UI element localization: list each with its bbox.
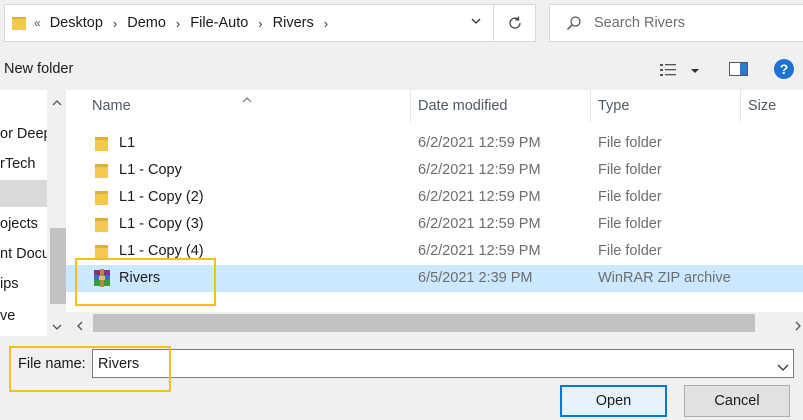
view-list-icon (660, 64, 676, 76)
horizontal-scrollbar-thumb[interactable] (93, 314, 755, 332)
scroll-left-icon[interactable] (76, 318, 84, 334)
file-date: 6/5/2021 2:39 PM (418, 270, 533, 286)
file-date: 6/2/2021 12:59 PM (418, 162, 541, 178)
file-name-input[interactable] (96, 353, 756, 374)
sort-ascending-icon (242, 90, 252, 106)
breadcrumb-rivers[interactable]: Rivers (273, 15, 314, 31)
folder-icon (95, 164, 108, 178)
cancel-button[interactable]: Cancel (684, 385, 790, 417)
chevron-down-icon[interactable] (777, 359, 789, 375)
nav-item[interactable]: ips (0, 276, 19, 292)
folder-icon (12, 17, 26, 30)
file-type: File folder (598, 216, 662, 232)
chevron-right-icon[interactable]: › (176, 16, 180, 31)
toolbar: New folder ? (0, 50, 803, 90)
address-bar[interactable]: « Desktop › Demo › File-Auto › Rivers › (4, 4, 494, 42)
file-type: File folder (598, 189, 662, 205)
view-options-button[interactable] (660, 62, 680, 81)
file-name: L1 - Copy (119, 162, 182, 178)
nav-item-selected[interactable] (0, 180, 47, 207)
file-row[interactable]: L1 6/2/2021 12:59 PM File folder (66, 130, 803, 157)
nav-scrollbar-thumb[interactable] (50, 228, 66, 304)
search-input[interactable] (592, 14, 782, 32)
scroll-down-icon[interactable] (52, 318, 62, 334)
nav-item[interactable]: ojects (0, 216, 38, 232)
breadcrumb-desktop[interactable]: Desktop (50, 15, 103, 31)
chevron-right-icon[interactable]: › (113, 16, 117, 31)
file-type: File folder (598, 243, 662, 259)
refresh-button[interactable] (494, 4, 536, 42)
file-name: L1 (119, 135, 136, 151)
nav-item[interactable]: or Deep (0, 126, 52, 142)
breadcrumb-overflow[interactable]: « (34, 16, 41, 30)
chevron-right-icon[interactable]: › (324, 16, 328, 31)
chevron-right-icon[interactable]: › (258, 16, 262, 31)
column-header-type[interactable]: Type (598, 90, 629, 122)
file-type: File folder (598, 135, 662, 151)
file-date: 6/2/2021 12:59 PM (418, 243, 541, 259)
preview-pane-button[interactable] (729, 61, 749, 80)
file-date: 6/2/2021 12:59 PM (418, 189, 541, 205)
folder-icon (95, 137, 108, 151)
file-name: L1 - Copy (4) (119, 243, 204, 259)
file-name: L1 - Copy (2) (119, 189, 204, 205)
search-icon (566, 16, 581, 31)
column-header-date-modified[interactable]: Date modified (418, 90, 507, 122)
file-type: File folder (598, 162, 662, 178)
file-name: L1 - Copy (3) (119, 216, 204, 232)
nav-item[interactable]: rTech (0, 156, 35, 172)
nav-item[interactable]: ve (0, 308, 15, 324)
refresh-icon (508, 16, 521, 29)
preview-pane-icon (729, 62, 748, 76)
new-folder-button[interactable]: New folder (4, 61, 73, 77)
folder-icon (95, 191, 108, 205)
help-icon: ? (779, 61, 789, 77)
scroll-up-icon[interactable] (52, 94, 62, 110)
highlight-box (75, 258, 216, 306)
address-dropdown-icon[interactable] (470, 14, 482, 30)
file-row[interactable]: L1 - Copy 6/2/2021 12:59 PM File folder (66, 157, 803, 184)
column-header-size[interactable]: Size (748, 90, 776, 122)
column-header-name[interactable]: Name (92, 90, 131, 122)
highlight-box (9, 346, 171, 392)
search-box[interactable] (549, 4, 803, 42)
file-type: WinRAR ZIP archive (598, 270, 731, 286)
file-row[interactable]: L1 - Copy (2) 6/2/2021 12:59 PM File fol… (66, 184, 803, 211)
file-row[interactable]: L1 - Copy (3) 6/2/2021 12:59 PM File fol… (66, 211, 803, 238)
folder-icon (95, 218, 108, 232)
file-name-combobox[interactable] (92, 349, 794, 378)
breadcrumb-demo[interactable]: Demo (127, 15, 166, 31)
open-button[interactable]: Open (560, 385, 667, 417)
view-dropdown-icon[interactable] (690, 63, 700, 79)
breadcrumb-file-auto[interactable]: File-Auto (190, 15, 248, 31)
file-date: 6/2/2021 12:59 PM (418, 216, 541, 232)
nav-item[interactable]: nt Docu (0, 246, 50, 262)
file-date: 6/2/2021 12:59 PM (418, 135, 541, 151)
help-button[interactable]: ? (774, 59, 794, 79)
scroll-right-icon[interactable] (794, 318, 802, 334)
